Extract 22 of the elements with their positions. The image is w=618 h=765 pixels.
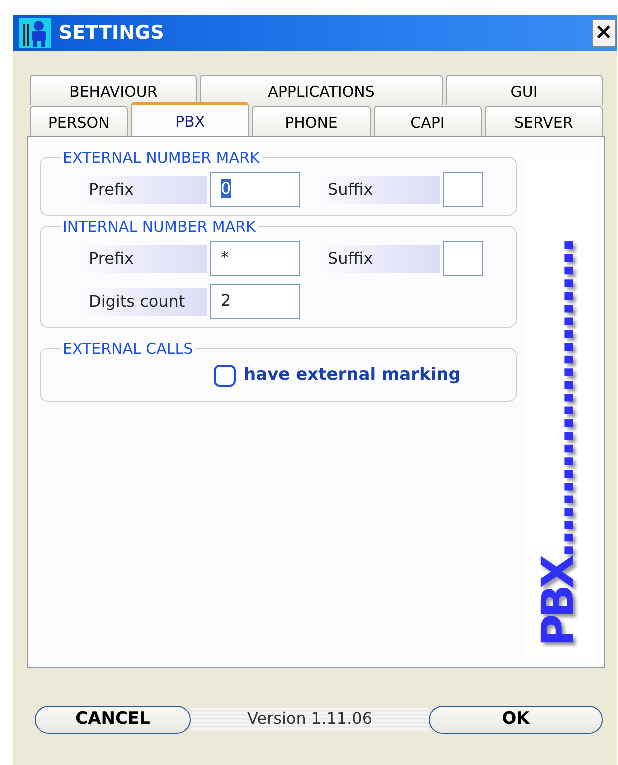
cancel-button[interactable]: CANCEL bbox=[35, 706, 191, 734]
input-field[interactable]: * bbox=[210, 241, 300, 276]
tab[interactable]: PERSON bbox=[30, 106, 128, 136]
ok-button[interactable]: OK bbox=[429, 706, 603, 734]
input-field[interactable] bbox=[443, 241, 483, 276]
checkbox-label: have external marking bbox=[244, 364, 461, 387]
tab[interactable]: APPLICATIONS bbox=[200, 75, 443, 105]
version-label: Version 1.11.06 bbox=[191, 708, 429, 732]
tab[interactable]: SERVER bbox=[484, 106, 604, 136]
tab[interactable]: BEHAVIOUR bbox=[30, 75, 198, 105]
tab[interactable]: GUI bbox=[446, 75, 603, 105]
checkbox[interactable] bbox=[214, 364, 236, 387]
input-field[interactable]: 0 bbox=[210, 172, 300, 207]
input-field[interactable] bbox=[443, 172, 483, 207]
window-title: SETTINGS bbox=[59, 20, 164, 46]
input-field[interactable]: 2 bbox=[210, 284, 300, 319]
tab[interactable]: PBX bbox=[131, 102, 250, 136]
tab[interactable]: PHONE bbox=[252, 106, 371, 136]
tab[interactable]: CAPI bbox=[374, 106, 482, 136]
person-icon bbox=[19, 18, 51, 48]
close-button[interactable]: × bbox=[592, 19, 616, 47]
banner-text: PBX......................... bbox=[532, 241, 584, 647]
